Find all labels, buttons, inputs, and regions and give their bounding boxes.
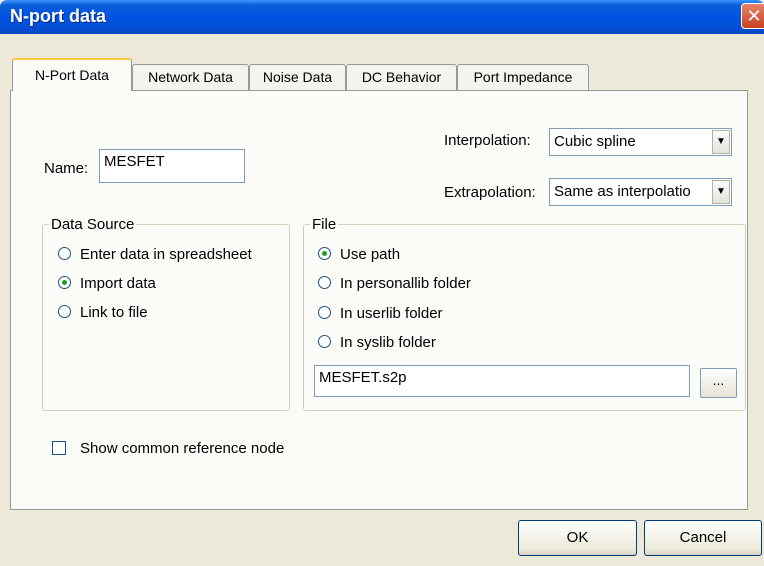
cancel-label: Cancel — [679, 529, 727, 546]
radio-button[interactable] — [318, 276, 331, 289]
name-input-value: MESFET — [104, 153, 165, 170]
name-input[interactable]: MESFET — [99, 149, 245, 183]
tab-label: N-Port Data — [35, 67, 109, 83]
ok-label: OK — [566, 529, 589, 546]
interpolation-label: Interpolation: — [444, 132, 531, 149]
n-port-data-dialog: N-port data ✕ N-Port Data Network Data N… — [0, 0, 764, 566]
tab-noise-data[interactable]: Noise Data — [249, 64, 346, 90]
name-label: Name: — [44, 160, 89, 177]
radio-button[interactable] — [318, 306, 331, 319]
show-reference-node-checkbox[interactable] — [52, 441, 66, 455]
radio-button[interactable] — [318, 335, 331, 348]
show-reference-node-label[interactable]: Show common reference node — [80, 440, 284, 457]
tab-label: Port Impedance — [473, 69, 573, 85]
radio-label: Import data — [80, 275, 156, 292]
title-bar[interactable]: N-port data ✕ — [0, 0, 764, 34]
close-icon: ✕ — [746, 6, 762, 26]
extrapolation-value: Same as interpolatio — [554, 183, 691, 200]
radio-label: In syslib folder — [340, 334, 436, 351]
radio-label: Link to file — [80, 304, 148, 321]
cancel-button[interactable]: Cancel — [644, 520, 762, 556]
extrapolation-label: Extrapolation: — [444, 184, 536, 201]
radio-button[interactable] — [58, 305, 71, 318]
radio-button-checked[interactable] — [58, 276, 71, 289]
radio-button-checked[interactable] — [318, 247, 331, 260]
interpolation-value: Cubic spline — [554, 133, 636, 150]
radio-button[interactable] — [58, 247, 71, 260]
ok-button[interactable]: OK — [518, 520, 637, 556]
data-source-legend: Data Source — [51, 216, 135, 233]
radio-label: Enter data in spreadsheet — [80, 246, 252, 263]
tab-port-impedance[interactable]: Port Impedance — [457, 64, 589, 90]
interpolation-select[interactable]: Cubic spline ▼ — [549, 128, 732, 156]
tab-label: Noise Data — [262, 69, 333, 85]
radio-label: In userlib folder — [340, 305, 443, 322]
browse-label: ... — [712, 372, 725, 388]
file-path-input[interactable]: MESFET.s2p — [314, 365, 690, 397]
file-path-value: MESFET.s2p — [319, 369, 407, 386]
radio-label: In personallib folder — [340, 275, 471, 292]
browse-button[interactable]: ... — [700, 368, 737, 398]
extrapolation-select[interactable]: Same as interpolatio ▼ — [549, 178, 732, 206]
tab-label: DC Behavior — [361, 69, 442, 85]
window-title: N-port data — [10, 6, 106, 26]
chevron-down-icon[interactable]: ▼ — [712, 130, 730, 154]
tab-label: Network Data — [148, 69, 233, 85]
close-button[interactable]: ✕ — [741, 3, 764, 29]
chevron-down-icon[interactable]: ▼ — [712, 180, 730, 204]
tab-network-data[interactable]: Network Data — [132, 64, 249, 90]
tab-dc-behavior[interactable]: DC Behavior — [346, 64, 457, 90]
radio-label: Use path — [340, 246, 401, 263]
tab-n-port-data[interactable]: N-Port Data — [12, 58, 132, 91]
file-legend: File — [312, 216, 337, 233]
